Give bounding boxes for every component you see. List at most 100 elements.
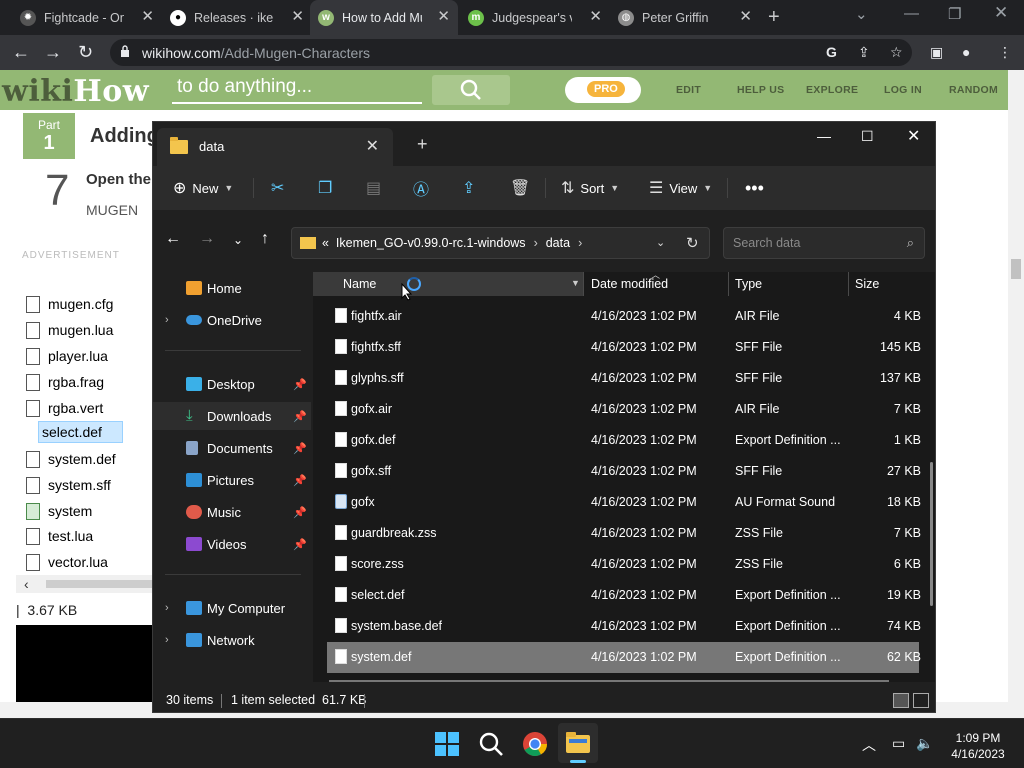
- windows-start-icon[interactable]: [432, 729, 462, 759]
- network-status-icon[interactable]: ▭: [892, 735, 905, 752]
- browser-tab-releases[interactable]: ● Releases · ikem ✕: [162, 0, 312, 35]
- tab-search-icon[interactable]: ⌄: [855, 5, 868, 23]
- clock[interactable]: 1:09 PM 4/16/2023: [940, 730, 1016, 762]
- side-panel-icon[interactable]: ▣: [930, 44, 943, 61]
- page-scrollbar[interactable]: [1008, 70, 1024, 718]
- wikihow-logo[interactable]: wikiHow: [2, 74, 149, 109]
- nav-log-in[interactable]: LOG IN: [884, 84, 922, 96]
- wikihow-search-input[interactable]: to do anything...: [172, 76, 422, 104]
- file-row[interactable]: select.def 4/16/2023 1:02 PM Export Defini…: [327, 580, 921, 611]
- maximize-icon[interactable]: ☐: [861, 128, 874, 145]
- cut-button[interactable]: ✂: [271, 177, 290, 199]
- details-view-icon[interactable]: [893, 693, 909, 708]
- explorer-address-bar[interactable]: « Ikemen_GO-v0.99.0-rc.1-windows › data › ⌄…: [291, 227, 710, 259]
- show-hidden-icons-icon[interactable]: ︿: [862, 735, 876, 755]
- nav-item-network[interactable]: › Network: [153, 626, 311, 654]
- file-row[interactable]: fightfx.air 4/16/2023 1:02 PM AIR File 4 KB: [327, 301, 921, 332]
- column-header-type[interactable]: Type: [735, 277, 762, 291]
- refresh-icon[interactable]: ↻: [686, 234, 699, 252]
- share-icon[interactable]: ⇪: [858, 44, 870, 61]
- share-button[interactable]: ⇪: [462, 177, 481, 199]
- search-icon[interactable]: [476, 729, 506, 759]
- nav-random[interactable]: RANDOM: [949, 84, 998, 96]
- file-row[interactable]: system.base.def 4/16/2023 1:02 PM Export D…: [327, 611, 921, 642]
- nav-item-pictures[interactable]: Pictures 📌: [153, 466, 311, 494]
- nav-item-desktop[interactable]: Desktop 📌: [153, 370, 311, 398]
- view-button[interactable]: ☰ View ▼: [649, 177, 712, 199]
- volume-icon[interactable]: 🔈: [916, 735, 933, 752]
- address-bar[interactable]: wikihow.com/Add-Mugen-Characters: [110, 39, 912, 66]
- nav-edit[interactable]: EDIT: [676, 84, 701, 96]
- rename-button[interactable]: Ⓐ: [413, 177, 435, 199]
- google-icon[interactable]: G: [826, 44, 837, 60]
- close-tab-icon[interactable]: ✕: [589, 9, 602, 24]
- file-row[interactable]: gofx.air 4/16/2023 1:02 PM AIR File 7 KB: [327, 394, 921, 425]
- close-tab-icon[interactable]: ✕: [739, 9, 752, 24]
- browser-tab-peter-griffin[interactable]: ◍ Peter Griffin ✕: [610, 0, 760, 35]
- back-icon[interactable]: ←: [165, 230, 181, 248]
- minimize-icon[interactable]: —: [904, 5, 919, 22]
- file-row[interactable]: gofx 4/16/2023 1:02 PM AU Format Sound 18 K…: [327, 487, 921, 518]
- delete-button[interactable]: 🗑: [510, 177, 536, 199]
- forward-icon[interactable]: →: [199, 230, 215, 248]
- new-tab-icon[interactable]: +: [768, 6, 780, 29]
- back-icon[interactable]: ←: [12, 41, 30, 63]
- close-window-icon[interactable]: ✕: [907, 126, 920, 146]
- tiles-view-icon[interactable]: [913, 693, 929, 708]
- breadcrumb-item[interactable]: data: [546, 236, 570, 250]
- nav-item-onedrive[interactable]: › OneDrive: [153, 306, 311, 334]
- copy-button[interactable]: ❐: [318, 177, 338, 199]
- chevron-down-icon[interactable]: ▼: [571, 278, 580, 288]
- explorer-search-input[interactable]: Search data ⌕: [723, 227, 925, 259]
- nav-item-home[interactable]: Home: [153, 274, 311, 302]
- close-tab-icon[interactable]: ✕: [291, 9, 304, 24]
- file-row-selected[interactable]: system.def 4/16/2023 1:02 PM Export Defini…: [327, 642, 921, 673]
- column-header-size[interactable]: Size: [855, 277, 879, 291]
- file-list-hscroll[interactable]: [329, 680, 889, 682]
- new-tab-icon[interactable]: +: [417, 134, 428, 155]
- recent-locations-icon[interactable]: ⌄: [233, 233, 243, 247]
- menu-icon[interactable]: ⋮: [998, 44, 1012, 61]
- column-header-date[interactable]: Date modified: [591, 277, 668, 291]
- up-icon[interactable]: ↑: [261, 230, 269, 248]
- browser-tab-fightcade[interactable]: ✹ Fightcade - Onl ✕: [12, 0, 162, 35]
- scrollbar-thumb[interactable]: [1011, 259, 1021, 279]
- nav-item-documents[interactable]: Documents 📌: [153, 434, 311, 462]
- file-list-vscroll[interactable]: [930, 462, 933, 606]
- close-tab-icon[interactable]: ✕: [141, 9, 154, 24]
- chevron-down-icon[interactable]: ⌄: [656, 236, 665, 249]
- file-row[interactable]: glyphs.sff 4/16/2023 1:02 PM SFF File 137 K…: [327, 363, 921, 394]
- browser-tab-wikihow[interactable]: w How to Add Mu ✕: [310, 0, 458, 35]
- breadcrumb-item[interactable]: Ikemen_GO-v0.99.0-rc.1-windows: [336, 236, 526, 250]
- paste-button[interactable]: ▤: [366, 177, 387, 199]
- file-row[interactable]: gofx.sff 4/16/2023 1:02 PM SFF File 27 KB: [327, 456, 921, 487]
- wikihow-search-button[interactable]: [432, 75, 510, 105]
- nav-item-videos[interactable]: Videos 📌: [153, 530, 311, 558]
- more-options-button[interactable]: •••: [745, 177, 770, 199]
- explorer-tab[interactable]: data ✕: [157, 128, 393, 166]
- file-row[interactable]: score.zss 4/16/2023 1:02 PM ZSS File 6 KB: [327, 549, 921, 580]
- nav-item-my-computer[interactable]: › My Computer: [153, 594, 311, 622]
- restore-icon[interactable]: ❐: [948, 5, 961, 23]
- file-row[interactable]: gofx.def 4/16/2023 1:02 PM Export Definiti…: [327, 425, 921, 456]
- minimize-icon[interactable]: —: [817, 128, 831, 144]
- profile-icon[interactable]: ●: [962, 44, 970, 60]
- file-row[interactable]: guardbreak.zss 4/16/2023 1:02 PM ZSS File 7…: [327, 518, 921, 549]
- bookmark-star-icon[interactable]: ☆: [890, 44, 903, 61]
- pro-button[interactable]: PRO: [565, 77, 641, 103]
- nav-item-downloads[interactable]: ⤓ Downloads 📌: [153, 402, 311, 430]
- explorer-taskbar-button[interactable]: [558, 723, 598, 763]
- close-tab-icon[interactable]: ✕: [437, 9, 450, 24]
- close-window-icon[interactable]: ✕: [994, 3, 1008, 23]
- new-button[interactable]: ⊕ New ▼: [173, 177, 233, 199]
- nav-help-us[interactable]: HELP US: [737, 84, 784, 96]
- reload-icon[interactable]: ↻: [78, 41, 93, 63]
- browser-tab-judgespear[interactable]: m Judgespear's ve ✕: [460, 0, 610, 35]
- chrome-icon[interactable]: [520, 729, 550, 759]
- sort-button[interactable]: ⇅ Sort ▼: [561, 177, 619, 199]
- close-tab-icon[interactable]: ✕: [366, 136, 379, 156]
- forward-icon[interactable]: →: [44, 41, 62, 63]
- nav-explore[interactable]: EXPLORE: [806, 84, 858, 96]
- nav-item-music[interactable]: Music 📌: [153, 498, 311, 526]
- file-row[interactable]: fightfx.sff 4/16/2023 1:02 PM SFF File 145 …: [327, 332, 921, 363]
